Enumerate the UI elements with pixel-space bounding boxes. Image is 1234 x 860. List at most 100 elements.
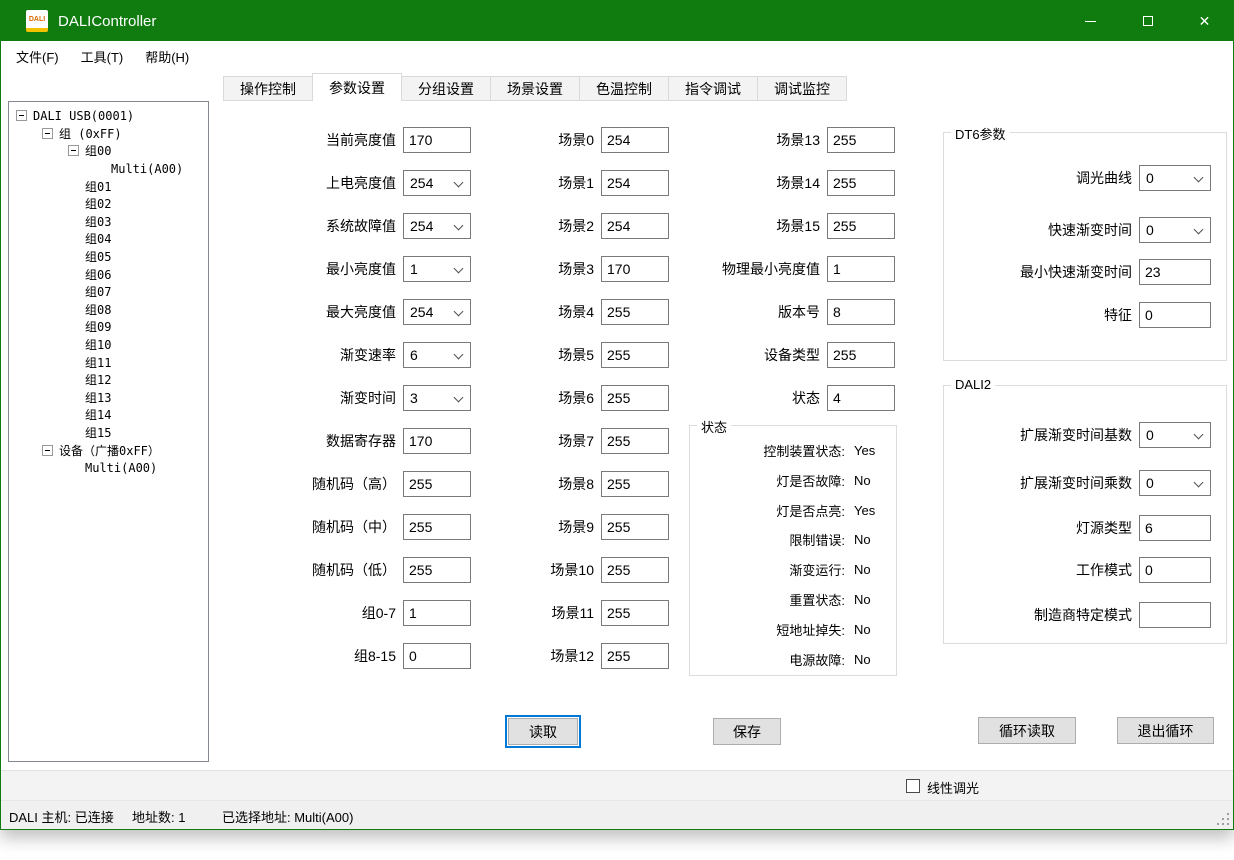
extended-fade-time-multiplier-combobox[interactable]: 0: [1139, 470, 1211, 496]
tab-grouping-settings[interactable]: 分组设置: [401, 76, 491, 101]
linear-dim-checkbox[interactable]: [906, 779, 920, 793]
tree-item-group-03[interactable]: 组03: [9, 213, 208, 231]
random-code-low-input[interactable]: [403, 557, 471, 583]
tree-item-group-04[interactable]: 组04: [9, 230, 208, 248]
scene-12-input[interactable]: [601, 643, 669, 669]
scene-11-input[interactable]: [601, 600, 669, 626]
data-register-input[interactable]: [403, 428, 471, 454]
status-power-failure: 电源故障:No: [690, 648, 892, 670]
light-source-type-input[interactable]: [1139, 515, 1211, 541]
scene-9-input[interactable]: [601, 514, 669, 540]
tree-item-group-11[interactable]: 组11: [9, 353, 208, 371]
scene-10-input[interactable]: [601, 557, 669, 583]
dali2-groupbox: DALI2 扩展渐变时间基数0扩展渐变时间乘数0灯源类型工作模式制造商特定模式: [943, 385, 1227, 644]
tree-item-group-07[interactable]: 组07: [9, 283, 208, 301]
fade-time-combobox[interactable]: 3: [403, 385, 471, 411]
tree-item-group-10[interactable]: 组10: [9, 336, 208, 354]
status-short-address-missing: 短地址掉失:No: [690, 618, 892, 640]
read-button[interactable]: 读取: [508, 718, 578, 745]
tree-item-group-14[interactable]: 组14: [9, 406, 208, 424]
scene-5-input[interactable]: [601, 342, 669, 368]
features-input[interactable]: [1139, 302, 1211, 328]
scene-0-input[interactable]: [601, 127, 669, 153]
max-brightness-combobox[interactable]: 254: [403, 299, 471, 325]
tree-item-group-05[interactable]: 组05: [9, 248, 208, 266]
tab-scene-settings[interactable]: 场景设置: [490, 76, 580, 101]
physical-min-brightness-input[interactable]: [827, 256, 895, 282]
device-type-input[interactable]: [827, 342, 895, 368]
scene-3-input[interactable]: [601, 256, 669, 282]
tree-item-label: 组07: [85, 283, 111, 300]
system-failure-value-combobox[interactable]: 254: [403, 213, 471, 239]
scene-6-input[interactable]: [601, 385, 669, 411]
save-button[interactable]: 保存: [713, 718, 781, 745]
tree-item-group-06[interactable]: 组06: [9, 265, 208, 283]
tree-item-group-12[interactable]: 组12: [9, 371, 208, 389]
tree-item-group-02[interactable]: 组02: [9, 195, 208, 213]
chevron-down-icon: [454, 221, 464, 231]
exit-loop-button[interactable]: 退出循环: [1117, 717, 1214, 744]
min-brightness-combobox[interactable]: 1: [403, 256, 471, 282]
group-8-15-input[interactable]: [403, 643, 471, 669]
tree-item-group-09[interactable]: 组09: [9, 318, 208, 336]
tree-item-group-13[interactable]: 组13: [9, 389, 208, 407]
tree-item-group-00[interactable]: 组00: [9, 142, 208, 160]
field-min-brightness: 最小亮度值1: [273, 256, 471, 282]
tree-item-group-ff[interactable]: 组 (0xFF): [9, 125, 208, 143]
min-fast-fade-time-input[interactable]: [1139, 259, 1211, 285]
tree-item-group-08[interactable]: 组08: [9, 301, 208, 319]
scene-15-input[interactable]: [827, 213, 895, 239]
loop-read-button[interactable]: 循环读取: [978, 717, 1076, 744]
app-icon: DALI: [26, 10, 48, 32]
min-brightness-label: 最小亮度值: [273, 259, 403, 279]
scene-7-input[interactable]: [601, 428, 669, 454]
scene-2-input[interactable]: [601, 213, 669, 239]
resize-grip[interactable]: [1217, 813, 1229, 825]
collapse-icon[interactable]: [42, 128, 53, 139]
tree-item-multi-a00[interactable]: Multi(A00): [9, 160, 208, 178]
current-brightness-input[interactable]: [403, 127, 471, 153]
minimize-button[interactable]: [1062, 1, 1119, 41]
tree-item-group-15[interactable]: 组15: [9, 424, 208, 442]
random-code-mid-input[interactable]: [403, 514, 471, 540]
tab-operation-control[interactable]: 操作控制: [223, 76, 313, 101]
tab-debug-monitor[interactable]: 调试监控: [757, 76, 847, 101]
fade-rate-combobox[interactable]: 6: [403, 342, 471, 368]
scene-3-label: 场景3: [513, 259, 601, 279]
group-0-7-input[interactable]: [403, 600, 471, 626]
status-value-input[interactable]: [827, 385, 895, 411]
tree-item-group-01[interactable]: 组01: [9, 177, 208, 195]
scene-14-input[interactable]: [827, 170, 895, 196]
collapse-icon[interactable]: [42, 445, 53, 456]
tab-color-temp-control[interactable]: 色温控制: [579, 76, 669, 101]
scene-13-input[interactable]: [827, 127, 895, 153]
tab-parameter-settings[interactable]: 参数设置: [312, 73, 402, 101]
fast-fade-time-combobox[interactable]: 0: [1139, 217, 1211, 243]
tree-item-dali-usb[interactable]: DALI USB(0001): [9, 107, 208, 125]
extended-fade-time-base-combobox[interactable]: 0: [1139, 422, 1211, 448]
random-code-high-input[interactable]: [403, 471, 471, 497]
power-on-brightness-combobox[interactable]: 254: [403, 170, 471, 196]
tree-item-device-multi-a00[interactable]: Multi(A00): [9, 459, 208, 477]
scene-7-label: 场景7: [513, 431, 601, 451]
menu-tools[interactable]: 工具(T): [70, 42, 135, 71]
collapse-icon[interactable]: [68, 145, 79, 156]
limit-error-value: No: [854, 532, 871, 547]
menu-help[interactable]: 帮助(H): [134, 42, 200, 71]
tab-command-debug[interactable]: 指令调试: [668, 76, 758, 101]
scene-4-input[interactable]: [601, 299, 669, 325]
menu-file[interactable]: 文件(F): [5, 42, 70, 71]
close-button[interactable]: ✕: [1176, 1, 1233, 41]
footer-strip: 线性调光: [1, 770, 1233, 801]
field-system-failure-value: 系统故障值254: [273, 213, 471, 239]
maximize-button[interactable]: [1119, 1, 1176, 41]
device-tree[interactable]: DALI USB(0001)组 (0xFF)组00Multi(A00)组01组0…: [8, 101, 209, 762]
scene-8-input[interactable]: [601, 471, 669, 497]
version-number-input[interactable]: [827, 299, 895, 325]
manufacturer-specific-mode-input[interactable]: [1139, 602, 1211, 628]
scene-1-input[interactable]: [601, 170, 669, 196]
collapse-icon[interactable]: [16, 110, 27, 121]
operating-mode-input[interactable]: [1139, 557, 1211, 583]
tree-item-device-broadcast[interactable]: 设备（广播0xFF）: [9, 441, 208, 459]
dimming-curve-combobox[interactable]: 0: [1139, 165, 1211, 191]
